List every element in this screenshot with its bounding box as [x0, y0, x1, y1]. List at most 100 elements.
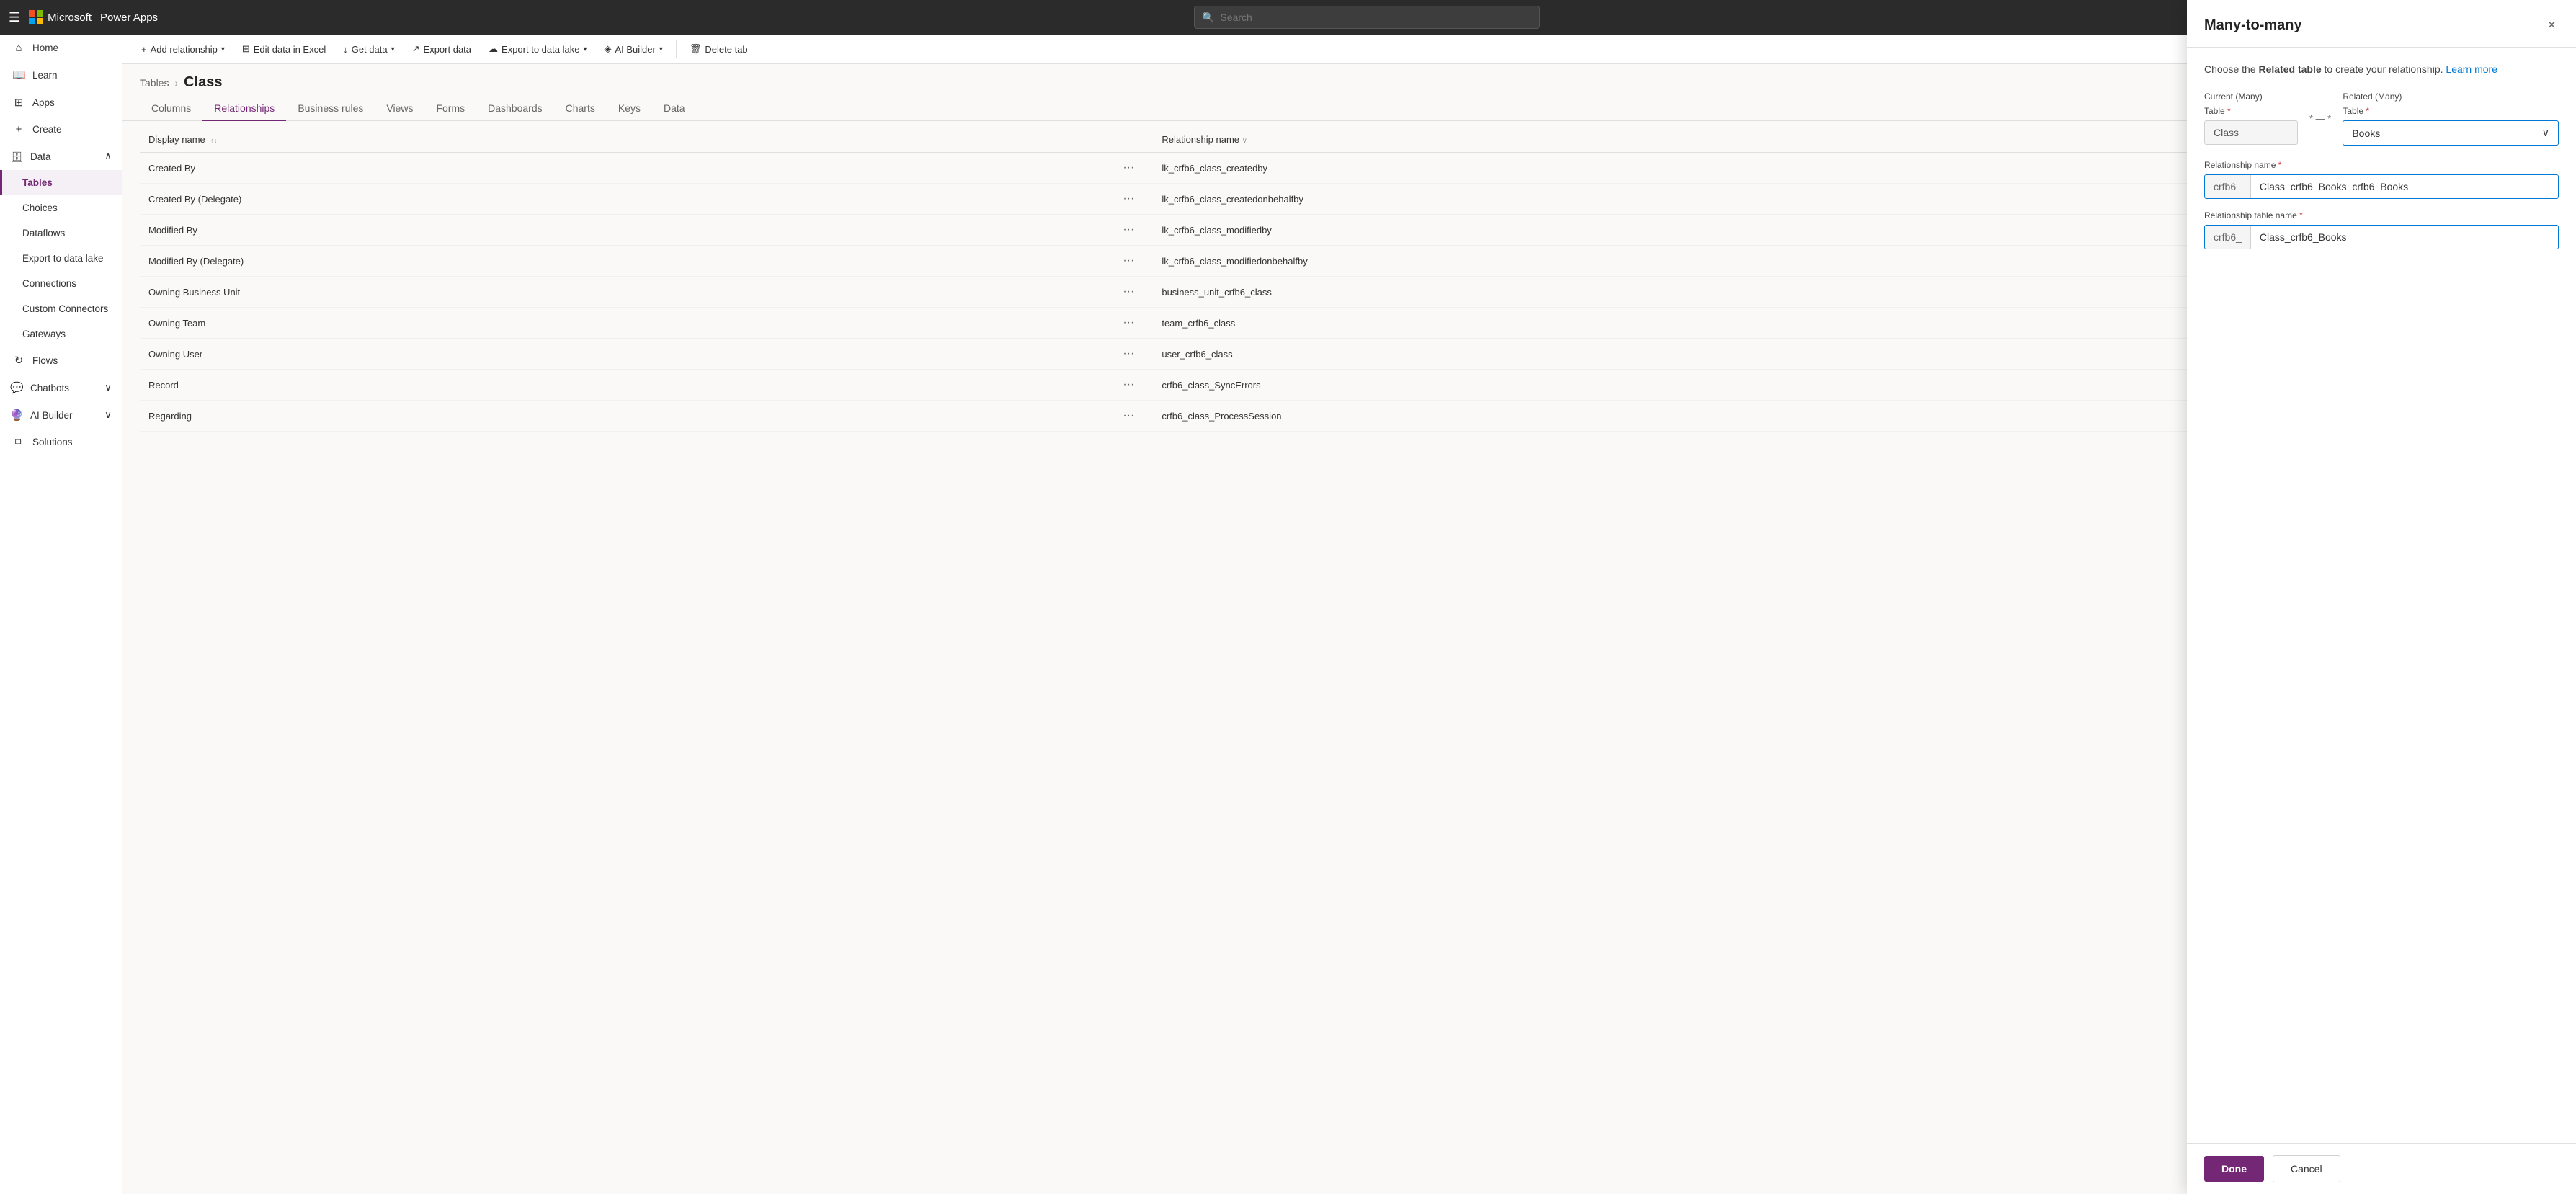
chevron-up-icon: ∧: [104, 151, 112, 162]
display-name-cell: Modified By: [140, 215, 1110, 246]
sidebar-item-gateways[interactable]: Gateways: [0, 321, 122, 347]
sidebar-item-data[interactable]: 🗄 Data ∧: [0, 143, 122, 170]
row-options-button[interactable]: ···: [1118, 222, 1138, 238]
row-actions-cell: ···: [1110, 184, 1153, 215]
panel-desc-bold: Related table: [2259, 63, 2322, 75]
toolbar-separator: [676, 40, 677, 58]
row-actions-cell: ···: [1110, 153, 1153, 184]
learn-more-link[interactable]: Learn more: [2446, 63, 2497, 75]
done-button[interactable]: Done: [2204, 1156, 2264, 1182]
edit-excel-button[interactable]: ⊞ Edit data in Excel: [235, 39, 333, 59]
row-options-button[interactable]: ···: [1118, 408, 1138, 424]
row-options-button[interactable]: ···: [1118, 377, 1138, 393]
lake-icon: ☁: [489, 43, 498, 55]
sidebar: ⌂ Home 📖 Learn ⊞ Apps + Create 🗄 Data ∧ …: [0, 35, 122, 1194]
delete-label: Delete tab: [705, 44, 747, 55]
relationship-connector: * — *: [2309, 92, 2331, 124]
sidebar-item-label: Custom Connectors: [22, 303, 108, 314]
learn-icon: 📖: [12, 68, 25, 81]
panel-footer: Done Cancel: [2187, 1143, 2576, 1194]
sidebar-item-create[interactable]: + Create: [0, 116, 122, 143]
sidebar-item-flows[interactable]: ↻ Flows: [0, 347, 122, 374]
tab-columns[interactable]: Columns: [140, 97, 202, 121]
sidebar-item-label: Choices: [22, 202, 58, 213]
ai-builder-label: AI Builder: [615, 44, 655, 55]
breadcrumb-tables-link[interactable]: Tables: [140, 77, 169, 89]
sidebar-item-label: Apps: [32, 97, 55, 108]
tab-forms[interactable]: Forms: [424, 97, 476, 121]
tab-business-rules[interactable]: Business rules: [286, 97, 375, 121]
tab-data[interactable]: Data: [652, 97, 697, 121]
breadcrumb-current-page: Class: [184, 74, 222, 91]
sidebar-item-label: Gateways: [22, 329, 66, 339]
row-options-button[interactable]: ···: [1118, 284, 1138, 300]
sidebar-item-export-lake[interactable]: Export to data lake: [0, 246, 122, 271]
sidebar-item-solutions[interactable]: ⧉ Solutions: [0, 429, 122, 455]
row-options-button[interactable]: ···: [1118, 160, 1138, 176]
sidebar-item-home[interactable]: ⌂ Home: [0, 35, 122, 61]
row-actions-cell: ···: [1110, 339, 1153, 370]
tab-relationships[interactable]: Relationships: [202, 97, 286, 121]
export-lake-label: Export to data lake: [502, 44, 579, 55]
chevron-down-icon: ▾: [659, 45, 663, 53]
tab-dashboards[interactable]: Dashboards: [476, 97, 554, 121]
sort-icon: ↑↓: [210, 137, 217, 144]
many-to-many-panel: Many-to-many × Choose the Related table …: [2187, 35, 2576, 1194]
delete-icon: 🗑: [690, 43, 702, 55]
dropdown-chevron-icon: ∨: [2542, 127, 2549, 139]
current-table-value: Class: [2204, 120, 2298, 145]
sidebar-item-choices[interactable]: Choices: [0, 195, 122, 220]
export-lake-button[interactable]: ☁ Export to data lake ▾: [481, 39, 594, 59]
ai-builder-button[interactable]: ◈ AI Builder ▾: [597, 39, 669, 59]
panel-desc-after: to create your relationship.: [2322, 63, 2443, 75]
related-table-section: Related (Many) Table * Books ∨: [2343, 92, 2559, 146]
export-data-label: Export data: [424, 44, 472, 55]
breadcrumb-separator: ›: [174, 77, 178, 89]
cancel-button[interactable]: Cancel: [2273, 1155, 2340, 1182]
tab-views[interactable]: Views: [375, 97, 424, 121]
get-data-button[interactable]: ↓ Get data ▾: [336, 40, 401, 59]
solutions-icon: ⧉: [12, 436, 25, 448]
sidebar-item-dataflows[interactable]: Dataflows: [0, 220, 122, 246]
sidebar-item-label: AI Builder: [30, 410, 73, 421]
data-icon: 🗄: [10, 150, 23, 163]
sidebar-item-apps[interactable]: ⊞ Apps: [0, 89, 122, 116]
sidebar-item-tables[interactable]: Tables: [0, 170, 122, 195]
sidebar-item-custom-connectors[interactable]: Custom Connectors: [0, 296, 122, 321]
display-name-cell: Modified By (Delegate): [140, 246, 1110, 277]
tab-keys[interactable]: Keys: [607, 97, 652, 121]
panel-header: Many-to-many ×: [2187, 35, 2576, 48]
app-name: Power Apps: [100, 12, 158, 24]
row-actions-cell: ···: [1110, 308, 1153, 339]
sidebar-item-ai-builder[interactable]: 🔮 AI Builder ∨: [0, 401, 122, 429]
row-actions-cell: ···: [1110, 401, 1153, 432]
row-options-button[interactable]: ···: [1118, 315, 1138, 331]
row-options-button[interactable]: ···: [1118, 346, 1138, 362]
search-input[interactable]: [1220, 12, 1532, 23]
apps-icon: ⊞: [12, 96, 25, 109]
search-bar[interactable]: 🔍: [1194, 6, 1540, 29]
sidebar-item-connections[interactable]: Connections: [0, 271, 122, 296]
row-options-button[interactable]: ···: [1118, 253, 1138, 269]
panel-close-button[interactable]: ×: [2544, 35, 2559, 37]
tab-charts[interactable]: Charts: [554, 97, 607, 121]
row-options-button[interactable]: ···: [1118, 191, 1138, 207]
sidebar-item-chatbots[interactable]: 💬 Chatbots ∨: [0, 374, 122, 401]
chevron-down-icon: ▾: [391, 45, 395, 53]
export-data-button[interactable]: ↗ Export data: [405, 39, 478, 59]
related-section-label: Related (Many): [2343, 92, 2559, 102]
grid-menu-icon[interactable]: ☰: [9, 10, 20, 25]
microsoft-logo: Microsoft: [29, 10, 92, 24]
delete-table-button[interactable]: 🗑 Delete tab: [682, 39, 755, 59]
current-section-label: Current (Many): [2204, 92, 2298, 102]
sidebar-item-label: Flows: [32, 355, 58, 366]
col-display-name[interactable]: Display name ↑↓: [140, 127, 1110, 153]
rel-table-name-input[interactable]: [2251, 226, 2558, 249]
add-relationship-button[interactable]: + Add relationship ▾: [134, 40, 232, 59]
sidebar-item-learn[interactable]: 📖 Learn: [0, 61, 122, 89]
panel-desc-before: Choose the: [2204, 63, 2259, 75]
chevron-down-icon: ∨: [104, 382, 112, 393]
related-table-select[interactable]: Books ∨: [2343, 120, 2559, 146]
rel-name-input[interactable]: [2251, 175, 2558, 198]
rel-table-prefix: crfb6_: [2205, 226, 2251, 249]
